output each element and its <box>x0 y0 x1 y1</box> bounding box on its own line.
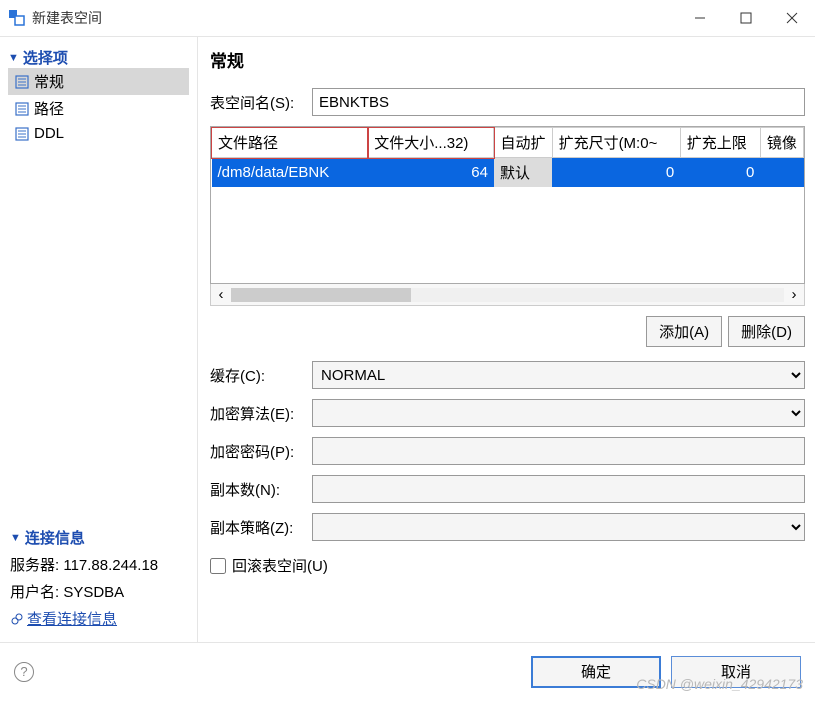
col-auto-extend[interactable]: 自动扩 <box>494 128 552 158</box>
scroll-right-icon[interactable]: › <box>784 286 804 303</box>
table-row-empty <box>212 211 804 235</box>
col-file-path[interactable]: 文件路径 <box>212 128 368 158</box>
delete-button[interactable]: 删除(D) <box>728 316 805 347</box>
encrypt-alg-select[interactable] <box>312 399 805 427</box>
encrypt-pwd-input[interactable] <box>312 437 805 465</box>
table-row-empty <box>212 187 804 211</box>
sidebar-item-label: 常规 <box>34 71 64 92</box>
page-icon <box>14 74 30 90</box>
copy-num-input[interactable] <box>312 475 805 503</box>
window-title: 新建表空间 <box>32 8 677 28</box>
cache-label: 缓存(C): <box>210 365 312 386</box>
view-connection-link[interactable]: 查看连接信息 <box>8 605 189 632</box>
sidebar-item-label: DDL <box>34 125 64 142</box>
cell-mirror <box>760 158 803 188</box>
page-title: 常规 <box>210 47 805 72</box>
maximize-button[interactable] <box>723 0 769 36</box>
col-extend-size[interactable]: 扩充尺寸(M:0~ <box>552 128 680 158</box>
copy-num-label: 副本数(N): <box>210 479 312 500</box>
scroll-track[interactable] <box>231 288 784 302</box>
rollback-label: 回滚表空间(U) <box>232 555 328 576</box>
col-extend-max[interactable]: 扩充上限 <box>680 128 760 158</box>
table-row-empty <box>212 259 804 283</box>
user-label: 用户名: SYSDBA <box>8 578 189 605</box>
cell-file-path: /dm8/data/EBNK <box>212 158 368 188</box>
copy-policy-label: 副本策略(Z): <box>210 517 312 538</box>
scroll-left-icon[interactable]: ‹ <box>211 286 231 303</box>
close-button[interactable] <box>769 0 815 36</box>
add-button[interactable]: 添加(A) <box>646 316 722 347</box>
table-row[interactable]: /dm8/data/EBNK 64 默认 0 0 <box>212 158 804 188</box>
rollback-checkbox[interactable] <box>210 558 226 574</box>
link-icon <box>10 612 24 626</box>
tablespace-name-input[interactable] <box>312 88 805 116</box>
help-icon[interactable]: ? <box>14 662 34 682</box>
scroll-thumb[interactable] <box>231 288 411 302</box>
sidebar-item-ddl[interactable]: DDL <box>8 122 189 145</box>
section-title: 连接信息 <box>25 527 85 548</box>
table-row-empty <box>212 235 804 259</box>
footer: ? 确定 取消 <box>0 642 815 700</box>
collapse-icon: ▼ <box>8 52 19 64</box>
col-mirror[interactable]: 镜像 <box>760 128 803 158</box>
cell-extend-max: 0 <box>680 158 760 188</box>
horizontal-scrollbar[interactable]: ‹ › <box>210 284 805 306</box>
sidebar-section-connection[interactable]: ▼ 连接信息 <box>8 524 189 551</box>
cell-file-size: 64 <box>368 158 494 188</box>
cache-select[interactable]: NORMAL <box>312 361 805 389</box>
minimize-button[interactable] <box>677 0 723 36</box>
app-icon <box>8 9 26 27</box>
title-bar: 新建表空间 <box>0 0 815 37</box>
section-title: 选择项 <box>23 47 68 68</box>
page-icon <box>14 126 30 142</box>
ok-button[interactable]: 确定 <box>531 656 661 688</box>
encrypt-pwd-label: 加密密码(P): <box>210 441 312 462</box>
collapse-icon: ▼ <box>10 532 21 544</box>
sidebar-item-general[interactable]: 常规 <box>8 68 189 95</box>
tablespace-name-label: 表空间名(S): <box>210 92 312 113</box>
sidebar-section-options[interactable]: ▼ 选择项 <box>8 47 189 68</box>
sidebar-item-label: 路径 <box>34 98 64 119</box>
content-panel: 常规 表空间名(S): 文件路径 文件大小...32) 自动扩 扩充尺寸(M:0… <box>198 37 815 642</box>
link-text: 查看连接信息 <box>27 608 117 629</box>
cell-extend-size: 0 <box>552 158 680 188</box>
encrypt-alg-label: 加密算法(E): <box>210 403 312 424</box>
page-icon <box>14 101 30 117</box>
file-table: 文件路径 文件大小...32) 自动扩 扩充尺寸(M:0~ 扩充上限 镜像 /d… <box>210 126 805 284</box>
sidebar-item-path[interactable]: 路径 <box>8 95 189 122</box>
server-label: 服务器: 117.88.244.18 <box>8 551 189 578</box>
sidebar: ▼ 选择项 常规 路径 DDL ▼ 连接信息 服务器: 117.88.244.1… <box>0 37 198 642</box>
cancel-button[interactable]: 取消 <box>671 656 801 688</box>
cell-auto-extend: 默认 <box>494 158 552 188</box>
copy-policy-select[interactable] <box>312 513 805 541</box>
col-file-size[interactable]: 文件大小...32) <box>368 128 494 158</box>
